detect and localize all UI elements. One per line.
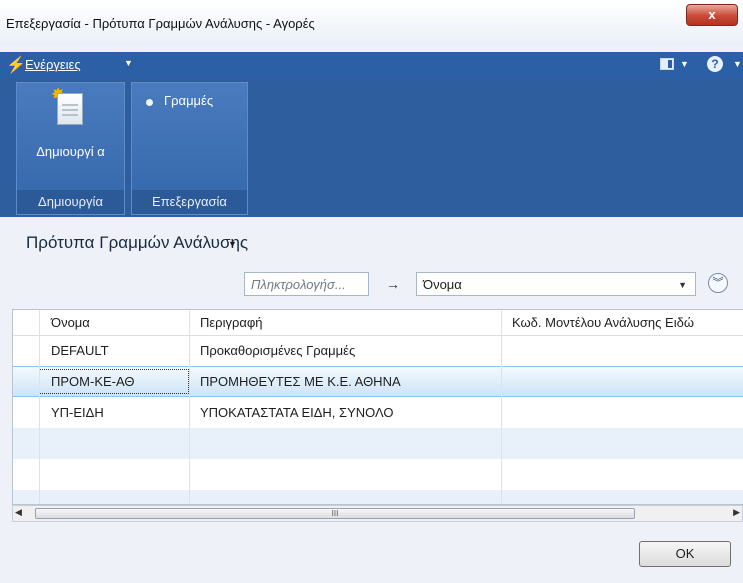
column-divider bbox=[189, 310, 190, 504]
table-header: Όνομα Περιγραφή Κωδ. Μοντέλου Ανάλυσης Ε… bbox=[13, 310, 743, 336]
search-input[interactable]: Πληκτρολογήσ... bbox=[244, 272, 369, 296]
expand-filter-icon[interactable]: ︾ bbox=[708, 273, 728, 293]
column-divider bbox=[39, 310, 40, 504]
window-title: Επεξεργασία - Πρότυπα Γραμμών Ανάλυσης -… bbox=[6, 16, 315, 31]
lines-button-label: Γραμμές bbox=[164, 93, 214, 108]
chevron-down-icon[interactable]: ▼ bbox=[733, 59, 742, 69]
lightning-icon: ⚡ bbox=[6, 57, 26, 74]
scroll-right-icon[interactable]: ▶ bbox=[733, 507, 740, 518]
scrollbar-thumb[interactable]: III bbox=[35, 508, 635, 519]
cell-description: ΠΡΟΜΗΘΕΥΤΕΣ ΜΕ Κ.Ε. ΑΘΗΝΑ bbox=[200, 374, 401, 389]
cell-name: ΠΡΟΜ-ΚΕ-ΑΘ bbox=[51, 374, 135, 389]
filter-column-value: Όνομα bbox=[423, 277, 462, 292]
ribbon-group-create: ✸ Δημιουργί α Δημιουργία bbox=[16, 82, 125, 215]
chevron-down-icon: ▼ bbox=[678, 280, 687, 290]
title-bar: Επεξεργασία - Πρότυπα Γραμμών Ανάλυσης -… bbox=[0, 0, 743, 46]
lines-button[interactable]: Γραμμές bbox=[132, 83, 247, 123]
arrow-right-icon[interactable]: → bbox=[372, 272, 414, 296]
help-icon[interactable]: ? bbox=[707, 56, 723, 72]
ribbon-group-edit: Γραμμές Επεξεργασία bbox=[131, 82, 248, 215]
action-bar: ⚡ Ενέργειες ▼ ▼ ? ▼ bbox=[0, 52, 743, 78]
column-header-model-code[interactable]: Κωδ. Μοντέλου Ανάλυσης Ειδώ bbox=[512, 315, 694, 330]
chevron-down-icon[interactable]: ▼ bbox=[680, 59, 689, 69]
ok-button[interactable]: OK bbox=[639, 541, 731, 567]
table-row[interactable]: DEFAULT Προκαθορισμένες Γραμμές bbox=[13, 335, 743, 366]
bullet-icon bbox=[146, 99, 153, 106]
create-button-label: Δημιουργί α bbox=[36, 144, 105, 159]
table-row[interactable]: ΥΠ-ΕΙΔΗ ΥΠΟΚΑΤΑΣΤΑΤΑ ΕΙΔΗ, ΣΥΝΟΛΟ bbox=[13, 397, 743, 428]
horizontal-scrollbar[interactable]: ◀ III ▶ bbox=[12, 505, 743, 522]
empty-row[interactable] bbox=[13, 459, 743, 490]
cell-description: ΥΠΟΚΑΤΑΣΤΑΤΑ ΕΙΔΗ, ΣΥΝΟΛΟ bbox=[200, 405, 394, 420]
cell-name: ΥΠ-ΕΙΔΗ bbox=[51, 405, 104, 420]
table-row-selected[interactable]: ΠΡΟΜ-ΚΕ-ΑΘ ΠΡΟΜΗΘΕΥΤΕΣ ΜΕ Κ.Ε. ΑΘΗΝΑ bbox=[13, 366, 743, 397]
page-title[interactable]: Πρότυπα Γραμμών Ανάλυσης bbox=[26, 233, 248, 253]
chevron-down-icon[interactable]: ▼ bbox=[228, 239, 237, 249]
column-divider bbox=[501, 310, 502, 504]
cell-description: Προκαθορισμένες Γραμμές bbox=[200, 343, 356, 358]
layout-icon[interactable] bbox=[660, 58, 674, 70]
empty-row[interactable] bbox=[13, 428, 743, 459]
cell-name: DEFAULT bbox=[51, 343, 109, 358]
empty-row[interactable] bbox=[13, 490, 743, 504]
actions-menu[interactable]: Ενέργειες bbox=[25, 57, 81, 72]
scroll-left-icon[interactable]: ◀ bbox=[15, 507, 22, 518]
content-area: Πρότυπα Γραμμών Ανάλυσης ▼ Πληκτρολογήσ.… bbox=[0, 217, 743, 583]
column-header-description[interactable]: Περιγραφή bbox=[200, 315, 263, 330]
data-grid: Όνομα Περιγραφή Κωδ. Μοντέλου Ανάλυσης Ε… bbox=[12, 309, 743, 505]
ribbon-group-label: Επεξεργασία bbox=[132, 190, 247, 214]
chevron-down-icon[interactable]: ▼ bbox=[124, 58, 133, 68]
column-header-name[interactable]: Όνομα bbox=[51, 315, 90, 330]
new-document-icon bbox=[57, 93, 83, 125]
ribbon: ✸ Δημιουργί α Δημιουργία Γραμμές Επεξεργ… bbox=[0, 78, 743, 217]
close-button[interactable]: x bbox=[686, 4, 738, 26]
ribbon-group-label: Δημιουργία bbox=[17, 190, 124, 214]
filter-column-select[interactable]: Όνομα ▼ bbox=[416, 272, 696, 296]
create-button[interactable]: ✸ Δημιουργί α bbox=[17, 83, 124, 188]
